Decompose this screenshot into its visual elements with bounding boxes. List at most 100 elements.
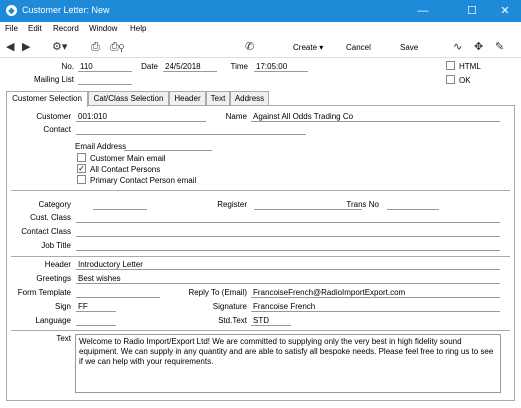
date-label: Date — [141, 62, 158, 71]
form-template-label: Form Template — [17, 288, 71, 297]
cust-class-field[interactable] — [76, 222, 500, 223]
customer-value[interactable]: 001:010 — [78, 112, 107, 121]
title-bar: ◆ Customer Letter: New — ☐ ✕ — [0, 0, 521, 22]
ok-checkbox[interactable] — [446, 75, 455, 84]
no-value[interactable]: 110 — [80, 62, 93, 71]
time-underline — [254, 71, 308, 72]
cancel-button[interactable]: Cancel — [346, 43, 371, 52]
no-label: No. — [61, 62, 74, 71]
menu-bar: File Edit Record Window Help — [0, 22, 521, 36]
std-text-value[interactable]: STD — [253, 316, 269, 325]
cust-class-label: Cust. Class — [30, 213, 71, 222]
divider — [11, 190, 510, 191]
contact-field[interactable] — [76, 134, 306, 135]
save-button[interactable]: Save — [400, 43, 418, 52]
menu-help[interactable]: Help — [130, 24, 146, 33]
all-contact-persons-checkbox[interactable]: ✓ — [77, 164, 86, 173]
header-label: Header — [44, 260, 71, 269]
name-label: Name — [225, 112, 247, 121]
next-record-icon[interactable]: ▶ — [22, 40, 30, 54]
ok-label: OK — [459, 76, 471, 85]
reply-to-value[interactable]: FrancoiseFrench@RadioImportExport.com — [253, 288, 405, 297]
customer-label: Customer — [36, 112, 71, 121]
divider — [11, 256, 510, 257]
close-button[interactable]: ✕ — [492, 3, 518, 19]
primary-contact-email-checkbox[interactable] — [77, 175, 86, 184]
html-label: HTML — [459, 62, 481, 71]
no-underline — [78, 71, 132, 72]
header-value[interactable]: Introductory Letter — [78, 260, 143, 269]
std-text-underline — [251, 325, 291, 326]
time-label: Time — [230, 62, 248, 71]
form-template-field[interactable] — [76, 297, 160, 298]
menu-edit[interactable]: Edit — [28, 24, 42, 33]
customer-selection-panel: Customer 001:010 Name Against All Odds T… — [6, 105, 515, 401]
create-button[interactable]: Create ▾ — [293, 43, 323, 52]
reply-to-label: Reply To (Email) — [188, 288, 247, 297]
signature-label: Signature — [212, 302, 247, 311]
tab-header[interactable]: Header — [169, 91, 206, 106]
html-checkbox[interactable] — [446, 61, 455, 70]
tab-text[interactable]: Text — [206, 91, 230, 106]
trans-no-label: Trans No — [346, 200, 379, 209]
print-icon[interactable]: ⎙ — [91, 40, 100, 54]
phone-icon[interactable]: ✆ — [245, 40, 254, 54]
language-field[interactable] — [76, 325, 116, 326]
all-contact-persons-label: All Contact Persons — [90, 165, 161, 174]
text-area[interactable]: Welcome to Radio Import/Export Ltd! We a… — [75, 334, 501, 393]
signature-underline — [251, 311, 500, 312]
menu-record[interactable]: Record — [53, 24, 79, 33]
divider — [11, 330, 510, 331]
gear-icon[interactable]: ⚙▾ — [52, 40, 67, 54]
window-title: Customer Letter: New — [22, 5, 110, 15]
job-title-label: Job Title — [41, 241, 71, 250]
greetings-label: Greetings — [36, 274, 71, 283]
toolbar: ◀ ▶ ⚙▾ ⎙ ⎙⚲ ✆ Create ▾ Cancel Save ∿ ✥ ✎ — [0, 36, 521, 58]
activity-icon[interactable]: ∿ — [453, 40, 462, 54]
minimize-button[interactable]: — — [410, 3, 436, 19]
register-label: Register — [217, 200, 247, 209]
job-title-field[interactable] — [76, 250, 500, 251]
trans-no-field[interactable] — [387, 209, 439, 210]
mailing-list-label: Mailing List — [33, 75, 74, 84]
expand-icon[interactable]: ✥ — [474, 40, 483, 54]
menu-file[interactable]: File — [5, 24, 18, 33]
email-address-label: Email Address — [75, 142, 127, 151]
customer-main-email-checkbox[interactable] — [77, 153, 86, 162]
register-field[interactable] — [254, 209, 362, 210]
date-value[interactable]: 24/5/2018 — [165, 62, 201, 71]
sign-value[interactable]: FF — [78, 302, 88, 311]
contact-class-field[interactable] — [76, 236, 500, 237]
sign-label: Sign — [54, 302, 71, 311]
tab-customer-selection[interactable]: Customer Selection — [6, 91, 88, 107]
mailing-list-field[interactable] — [78, 84, 132, 85]
greetings-value[interactable]: Best wishes — [78, 274, 121, 283]
reply-to-underline — [251, 297, 500, 298]
customer-underline — [76, 121, 206, 122]
contact-label: Contact — [43, 125, 71, 134]
greetings-underline — [76, 283, 500, 284]
menu-window[interactable]: Window — [89, 24, 117, 33]
name-value[interactable]: Against All Odds Trading Co — [253, 112, 353, 121]
sign-underline — [76, 311, 116, 312]
std-text-label: Std.Text — [218, 316, 247, 325]
primary-contact-email-label: Primary Contact Person email — [90, 176, 197, 185]
time-value[interactable]: 17:05:00 — [256, 62, 287, 71]
attachment-icon[interactable]: ✎ — [495, 40, 504, 54]
signature-value[interactable]: Francoise French — [253, 302, 315, 311]
maximize-button[interactable]: ☐ — [459, 3, 485, 19]
category-label: Category — [38, 200, 71, 209]
name-underline — [251, 121, 500, 122]
email-address-field[interactable] — [124, 150, 212, 151]
category-field[interactable] — [93, 209, 147, 210]
contact-class-label: Contact Class — [21, 227, 71, 236]
date-underline — [163, 71, 217, 72]
tab-address[interactable]: Address — [230, 91, 269, 106]
customer-main-email-label: Customer Main email — [90, 154, 166, 163]
tab-cat-class-selection[interactable]: Cat/Class Selection — [88, 91, 169, 106]
header-underline — [76, 269, 500, 270]
print-preview-icon[interactable]: ⎙⚲ — [110, 40, 124, 54]
previous-record-icon[interactable]: ◀ — [6, 40, 14, 54]
language-label: Language — [35, 316, 71, 325]
app-icon: ◆ — [6, 5, 17, 16]
